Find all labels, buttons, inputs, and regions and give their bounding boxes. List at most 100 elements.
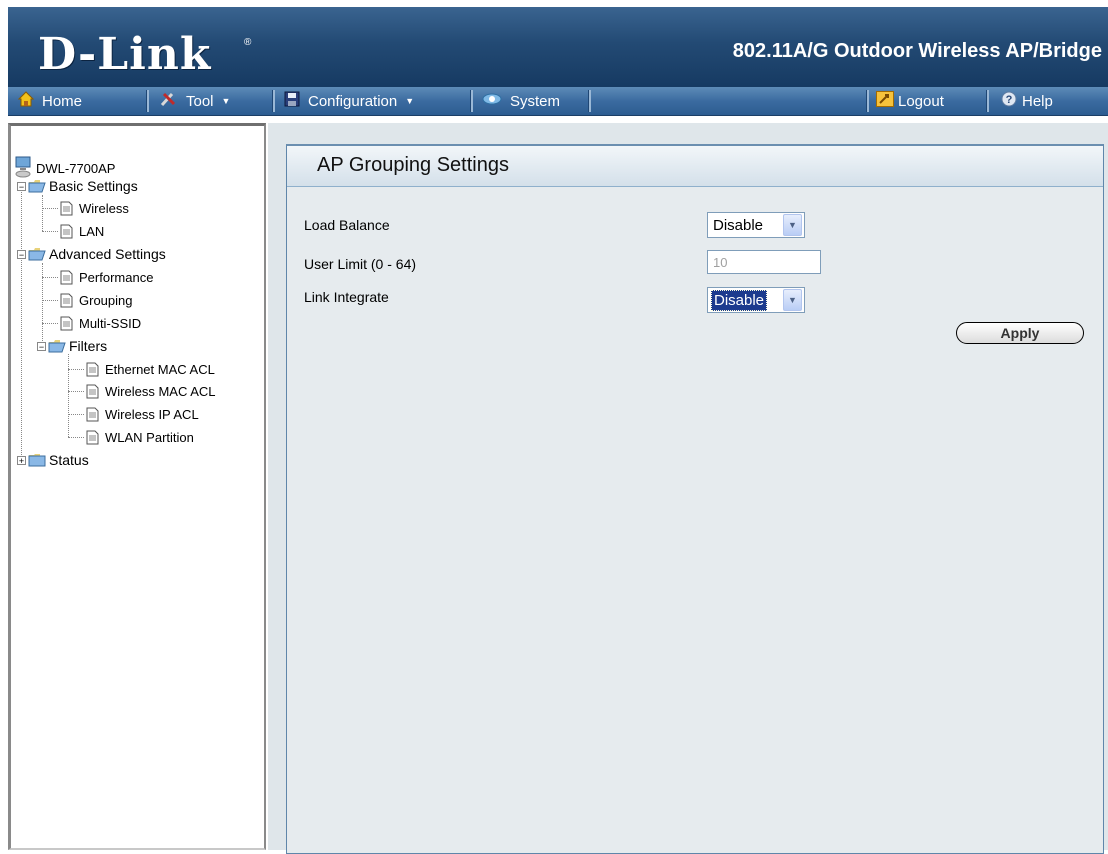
document-icon	[60, 224, 73, 239]
toolbar-separator	[272, 90, 275, 112]
configuration-label: Configuration	[308, 92, 398, 110]
tree-connector	[68, 414, 84, 415]
tree-item-wlan-partition[interactable]: WLAN Partition	[86, 430, 194, 445]
system-menu[interactable]: System	[482, 87, 560, 115]
document-icon	[60, 201, 73, 216]
tree-label: Multi-SSID	[79, 316, 142, 331]
tree-item-lan[interactable]: LAN	[60, 224, 104, 239]
tree-item-wireless-ip-acl[interactable]: Wireless IP ACL	[86, 407, 199, 422]
link-integrate-label: Link Integrate	[304, 289, 389, 305]
tree-item-wireless[interactable]: Wireless	[60, 201, 129, 216]
document-icon	[60, 270, 73, 285]
toolbar-separator	[470, 90, 473, 112]
document-icon	[86, 362, 99, 377]
tree-item-status[interactable]: + Status	[17, 452, 89, 468]
tree-item-grouping[interactable]: Grouping	[60, 293, 132, 308]
toolbar-separator	[866, 90, 869, 112]
tool-icon	[160, 91, 178, 111]
load-balance-value: Disable	[713, 216, 764, 234]
tree-label: Performance	[79, 270, 154, 285]
tree-item-filters[interactable]: − Filters	[37, 338, 107, 354]
tree-connector	[68, 369, 84, 370]
chevron-down-icon[interactable]: ▼	[783, 289, 802, 311]
configuration-menu[interactable]: Configuration ▼	[284, 87, 414, 115]
tool-menu[interactable]: Tool ▼	[160, 87, 230, 115]
tree-label: Ethernet MAC ACL	[105, 362, 215, 377]
tree-label: Filters	[69, 338, 108, 354]
navigation-frame: DWL-7700AP − Basic Settings Wireless LAN…	[8, 123, 266, 850]
load-balance-label: Load Balance	[304, 217, 390, 233]
chevron-down-icon: ▼	[221, 96, 231, 106]
toolbar-separator	[986, 90, 989, 112]
collapse-icon[interactable]: −	[17, 249, 26, 259]
folder-open-icon	[48, 339, 66, 353]
home-label: Home	[42, 92, 83, 110]
tree-connector	[42, 263, 43, 349]
dlink-logo: D-Link	[38, 29, 212, 80]
tree-connector	[21, 183, 22, 459]
tree-connector	[42, 208, 58, 209]
tree-item-wireless-mac-acl[interactable]: Wireless MAC ACL	[86, 384, 216, 399]
help-button[interactable]: ? Help	[1000, 87, 1053, 115]
document-icon	[86, 384, 99, 399]
user-limit-input[interactable]: 10	[707, 250, 821, 274]
tree-label: Wireless IP ACL	[105, 407, 199, 422]
document-icon	[60, 316, 73, 331]
tree-item-advanced-settings[interactable]: − Advanced Settings	[17, 246, 166, 262]
user-limit-label: User Limit (0 - 64)	[304, 256, 417, 272]
tree-item-ethernet-mac-acl[interactable]: Ethernet MAC ACL	[86, 362, 215, 377]
home-icon	[17, 91, 35, 111]
collapse-icon[interactable]: −	[17, 181, 26, 191]
expand-icon[interactable]: +	[17, 455, 26, 465]
folder-open-icon	[28, 247, 46, 261]
tree-connector	[68, 437, 84, 438]
help-label: Help	[1022, 92, 1053, 110]
tree-root-label: DWL-7700AP	[36, 161, 116, 176]
tree-connector	[42, 195, 43, 231]
panel-header: AP Grouping Settings	[287, 146, 1103, 187]
tree-label: Status	[49, 452, 89, 468]
collapse-icon[interactable]: −	[37, 341, 46, 351]
logout-button[interactable]: Logout	[876, 87, 944, 115]
tree-item-basic-settings[interactable]: − Basic Settings	[17, 178, 138, 194]
tree-label: Grouping	[79, 293, 133, 308]
logout-label: Logout	[898, 92, 944, 110]
chevron-down-icon: ▼	[405, 96, 415, 106]
document-icon	[60, 293, 73, 308]
settings-panel: AP Grouping Settings Load Balance Disabl…	[286, 144, 1104, 854]
svg-text:?: ?	[1006, 94, 1013, 106]
help-icon: ?	[1000, 91, 1018, 111]
tree-connector	[42, 231, 58, 232]
link-integrate-select[interactable]: Disable ▼	[707, 287, 805, 313]
logout-icon	[876, 91, 894, 111]
load-balance-select[interactable]: Disable ▼	[707, 212, 805, 238]
registered-mark: ®	[244, 37, 252, 48]
document-icon	[86, 407, 99, 422]
tree-item-multi-ssid[interactable]: Multi-SSID	[60, 316, 141, 331]
document-icon	[86, 430, 99, 445]
home-menu[interactable]: Home	[17, 87, 83, 115]
tree-item-performance[interactable]: Performance	[60, 270, 153, 285]
link-integrate-value: Disable	[711, 289, 768, 311]
tree-label: LAN	[79, 224, 105, 239]
main-toolbar: Home Tool ▼ Configuration ▼ System Logou…	[8, 87, 1108, 116]
tree-label: Advanced Settings	[49, 246, 166, 262]
tree-connector	[68, 391, 84, 392]
page-title: AP Grouping Settings	[317, 154, 509, 176]
system-icon	[482, 91, 502, 111]
folder-icon	[28, 453, 46, 467]
save-icon	[284, 91, 300, 111]
header-banner: D-Link ® 802.11A/G Outdoor Wireless AP/B…	[8, 7, 1108, 87]
tree-label: Wireless	[79, 201, 129, 216]
product-title: 802.11A/G Outdoor Wireless AP/Bridge	[732, 40, 1102, 62]
tree-connector	[42, 300, 58, 301]
tree-label: WLAN Partition	[105, 430, 194, 445]
toolbar-separator	[146, 90, 149, 112]
chevron-down-icon[interactable]: ▼	[783, 214, 802, 236]
tree-connector	[42, 323, 58, 324]
tree-label: Basic Settings	[49, 178, 138, 194]
system-label: System	[510, 92, 561, 110]
tool-label: Tool	[186, 92, 214, 110]
apply-button[interactable]: Apply	[956, 322, 1084, 344]
tree-connector	[68, 354, 69, 437]
